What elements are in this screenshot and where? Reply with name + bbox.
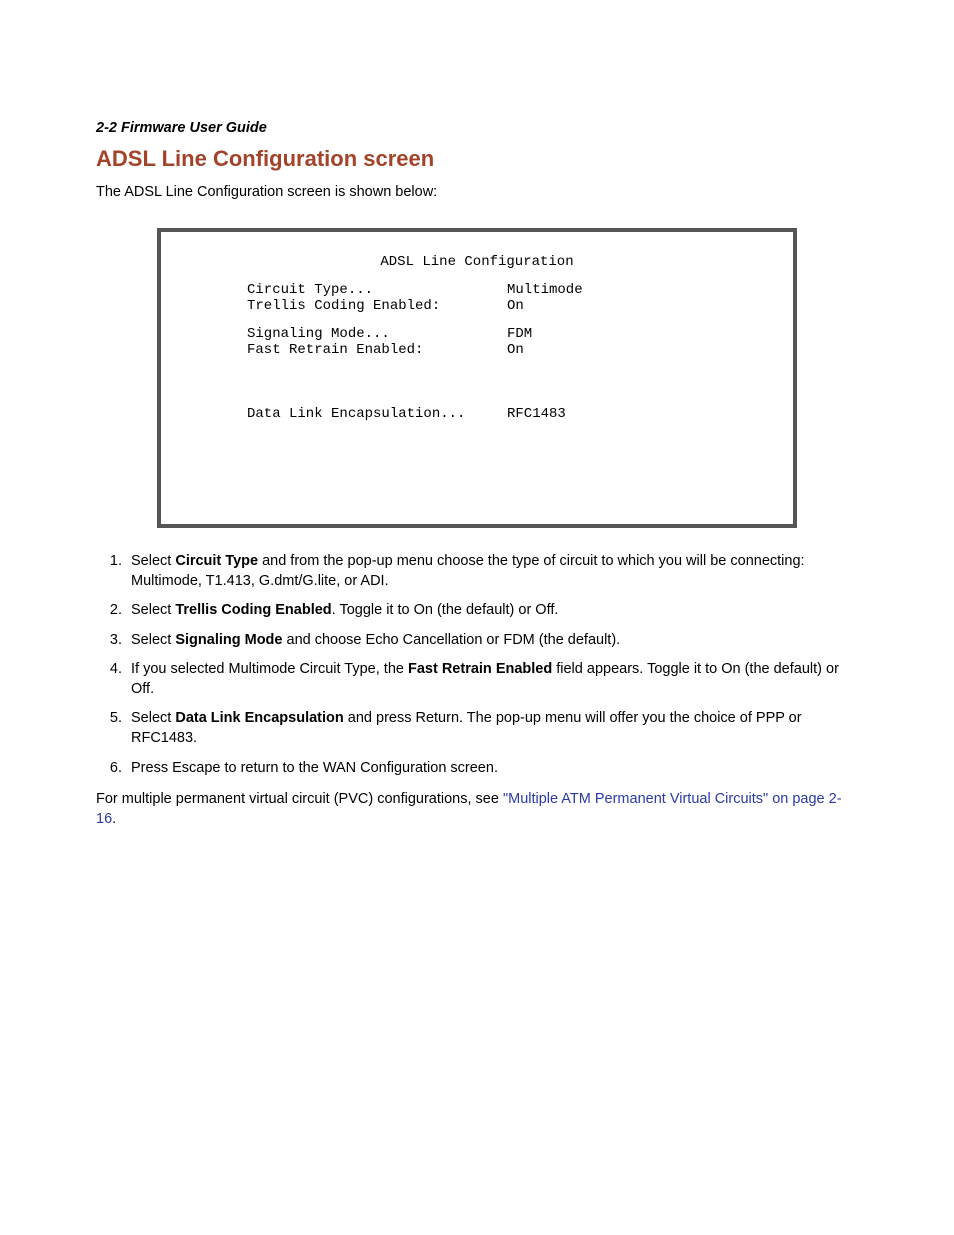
intro-paragraph: The ADSL Line Configuration screen is sh…	[96, 184, 858, 200]
terminal-label: Circuit Type...	[247, 282, 507, 298]
terminal-label: Fast Retrain Enabled:	[247, 342, 507, 358]
terminal-label: Data Link Encapsulation...	[247, 406, 507, 422]
page-header: 2-2 Firmware User Guide	[96, 120, 858, 136]
instruction-text: Select	[131, 710, 175, 726]
terminal-row-circuit-type: Circuit Type... Multimode	[191, 282, 763, 298]
instruction-item: Press Escape to return to the WAN Config…	[126, 759, 858, 779]
terminal-screenshot: ADSL Line Configuration Circuit Type... …	[157, 228, 797, 528]
footer-text: .	[112, 811, 116, 827]
instruction-text: Select	[131, 602, 175, 618]
terminal-row-signaling: Signaling Mode... FDM	[191, 326, 763, 342]
terminal-value: Multimode	[507, 282, 583, 298]
instruction-bold: Fast Retrain Enabled	[408, 661, 552, 677]
instruction-bold: Circuit Type	[175, 553, 258, 569]
instruction-text: If you selected Multimode Circuit Type, …	[131, 661, 408, 677]
instruction-item: If you selected Multimode Circuit Type, …	[126, 660, 858, 699]
terminal-value: On	[507, 298, 524, 314]
instruction-bold: Signaling Mode	[175, 632, 282, 648]
terminal-row-trellis: Trellis Coding Enabled: On	[191, 298, 763, 314]
terminal-row-fast-retrain: Fast Retrain Enabled: On	[191, 342, 763, 358]
terminal-label: Signaling Mode...	[247, 326, 507, 342]
instruction-text: . Toggle it to On (the default) or Off.	[332, 602, 559, 618]
instruction-text: and choose Echo Cancellation or FDM (the…	[282, 632, 620, 648]
terminal-value: On	[507, 342, 524, 358]
terminal-label: Trellis Coding Enabled:	[247, 298, 507, 314]
footer-paragraph: For multiple permanent virtual circuit (…	[96, 790, 858, 829]
main-heading: ADSL Line Configuration screen	[96, 146, 858, 172]
terminal-row-encapsulation: Data Link Encapsulation... RFC1483	[191, 406, 763, 422]
footer-text: For multiple permanent virtual circuit (…	[96, 791, 503, 807]
instruction-list: Select Circuit Type and from the pop-up …	[96, 552, 858, 778]
instruction-item: Select Signaling Mode and choose Echo Ca…	[126, 631, 858, 651]
instruction-bold: Data Link Encapsulation	[175, 710, 343, 726]
terminal-value: FDM	[507, 326, 532, 342]
terminal-title: ADSL Line Configuration	[191, 254, 763, 270]
instruction-item: Select Circuit Type and from the pop-up …	[126, 552, 858, 591]
instruction-bold: Trellis Coding Enabled	[175, 602, 331, 618]
instruction-text: Select	[131, 553, 175, 569]
instruction-item: Select Trellis Coding Enabled. Toggle it…	[126, 601, 858, 621]
instruction-item: Select Data Link Encapsulation and press…	[126, 709, 858, 748]
terminal-value: RFC1483	[507, 406, 566, 422]
instruction-text: Press Escape to return to the WAN Config…	[131, 760, 498, 776]
instruction-text: Select	[131, 632, 175, 648]
